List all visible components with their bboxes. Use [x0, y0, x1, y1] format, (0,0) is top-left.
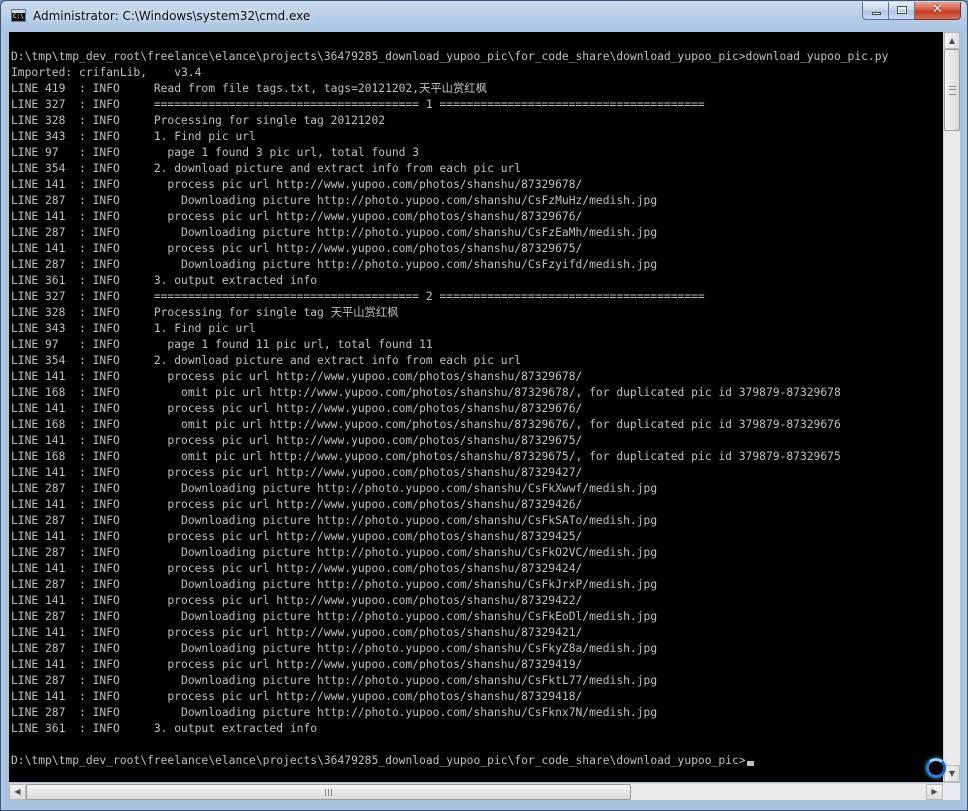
console-line: LINE 141 : INFO process pic url http://w… — [11, 370, 583, 383]
console-line: LINE 141 : INFO process pic url http://w… — [11, 210, 583, 223]
console-line: LINE 343 : INFO 1. Find pic url — [11, 130, 256, 143]
console-line: D:\tmp\tmp_dev_root\freelance\elance\pro… — [11, 50, 889, 63]
cmd-app-icon[interactable] — [11, 9, 26, 22]
console-line: LINE 328 : INFO Processing for single ta… — [11, 306, 399, 319]
console-line: LINE 287 : INFO Downloading picture http… — [11, 514, 658, 527]
scroll-up-icon: ▲ — [948, 36, 956, 45]
console-line: LINE 287 : INFO Downloading picture http… — [11, 226, 658, 239]
console-line: LINE 141 : INFO process pic url http://w… — [11, 498, 583, 511]
console-line: LINE 141 : INFO process pic url http://w… — [11, 626, 583, 639]
close-icon: ✕ — [932, 2, 943, 17]
busy-spinner-icon — [926, 758, 946, 778]
console-line: LINE 354 : INFO 2. download picture and … — [11, 162, 522, 175]
text-cursor — [746, 761, 754, 766]
console-line: LINE 287 : INFO Downloading picture http… — [11, 610, 658, 623]
console-line: LINE 328 : INFO Processing for single ta… — [11, 114, 386, 127]
console-line: LINE 168 : INFO omit pic url http://www.… — [11, 418, 841, 431]
close-button[interactable]: ✕ — [915, 2, 961, 20]
console-line: LINE 97 : INFO page 1 found 3 pic url, t… — [11, 146, 420, 159]
cmd-window: Administrator: C:\Windows\system32\cmd.e… — [0, 0, 968, 811]
console-line: LINE 287 : INFO Downloading picture http… — [11, 578, 658, 591]
minimize-icon — [872, 12, 881, 15]
vertical-scrollbar[interactable]: ▲ ▼ — [943, 32, 960, 782]
prompt-text: D:\tmp\tmp_dev_root\freelance\elance\pro… — [11, 754, 746, 767]
window-title: Administrator: C:\Windows\system32\cmd.e… — [33, 9, 311, 23]
console-line: LINE 141 : INFO process pic url http://w… — [11, 658, 583, 671]
scroll-down-icon: ▼ — [948, 769, 956, 778]
console-line: LINE 141 : INFO process pic url http://w… — [11, 530, 583, 543]
console-line: Imported: crifanLib, v3.4 — [11, 66, 202, 79]
scroll-right-icon: ▶ — [931, 787, 938, 796]
prompt-line[interactable]: D:\tmp\tmp_dev_root\freelance\elance\pro… — [11, 753, 754, 769]
console-line: LINE 141 : INFO process pic url http://w… — [11, 434, 583, 447]
console-line: LINE 141 : INFO process pic url http://w… — [11, 402, 583, 415]
console-line: LINE 168 : INFO omit pic url http://www.… — [11, 386, 841, 399]
size-grip[interactable] — [943, 783, 960, 800]
console-line: LINE 141 : INFO process pic url http://w… — [11, 690, 583, 703]
console-line: LINE 354 : INFO 2. download picture and … — [11, 354, 522, 367]
console-line: LINE 327 : INFO ========================… — [11, 98, 705, 111]
console-line: LINE 361 : INFO 3. output extracted info — [11, 274, 318, 287]
scroll-right-button[interactable]: ▶ — [926, 784, 943, 800]
horizontal-scroll-thumb[interactable] — [26, 784, 631, 800]
maximize-button[interactable] — [889, 2, 915, 20]
console-line: LINE 141 : INFO process pic url http://w… — [11, 466, 583, 479]
console-line: LINE 141 : INFO process pic url http://w… — [11, 594, 583, 607]
grip-icon — [949, 86, 956, 95]
horizontal-scrollbar[interactable]: ◀ ▶ — [9, 783, 943, 800]
console-line: LINE 287 : INFO Downloading picture http… — [11, 482, 658, 495]
console-line: LINE 287 : INFO Downloading picture http… — [11, 706, 658, 719]
minimize-button[interactable] — [862, 2, 889, 20]
console-output[interactable]: D:\tmp\tmp_dev_root\freelance\elance\pro… — [9, 32, 943, 782]
console-line: LINE 419 : INFO Read from file tags.txt,… — [11, 82, 487, 95]
scroll-left-button[interactable]: ◀ — [9, 784, 26, 800]
console-line: LINE 141 : INFO process pic url http://w… — [11, 242, 583, 255]
console-line: LINE 287 : INFO Downloading picture http… — [11, 258, 658, 271]
console-line: LINE 141 : INFO process pic url http://w… — [11, 562, 583, 575]
console-line: LINE 361 : INFO 3. output extracted info — [11, 722, 318, 735]
caption-buttons: ✕ — [862, 2, 961, 21]
title-bar[interactable]: Administrator: C:\Windows\system32\cmd.e… — [1, 1, 967, 32]
scroll-up-button[interactable]: ▲ — [944, 32, 960, 49]
console-line: LINE 287 : INFO Downloading picture http… — [11, 194, 658, 207]
console-line: LINE 287 : INFO Downloading picture http… — [11, 642, 658, 655]
console-line: LINE 141 : INFO process pic url http://w… — [11, 178, 583, 191]
grip-icon — [325, 789, 332, 796]
scroll-left-icon: ◀ — [14, 787, 21, 796]
console-line: LINE 287 : INFO Downloading picture http… — [11, 674, 658, 687]
scroll-down-button[interactable]: ▼ — [944, 765, 960, 782]
console-line: LINE 343 : INFO 1. Find pic url — [11, 322, 256, 335]
maximize-icon — [897, 6, 907, 14]
console-line: LINE 168 : INFO omit pic url http://www.… — [11, 450, 841, 463]
console-line: LINE 287 : INFO Downloading picture http… — [11, 546, 658, 559]
console-line: LINE 327 : INFO ========================… — [11, 290, 705, 303]
console-line: LINE 97 : INFO page 1 found 11 pic url, … — [11, 338, 433, 351]
vertical-scroll-thumb[interactable] — [944, 49, 960, 131]
console-lines: D:\tmp\tmp_dev_root\freelance\elance\pro… — [11, 49, 888, 737]
